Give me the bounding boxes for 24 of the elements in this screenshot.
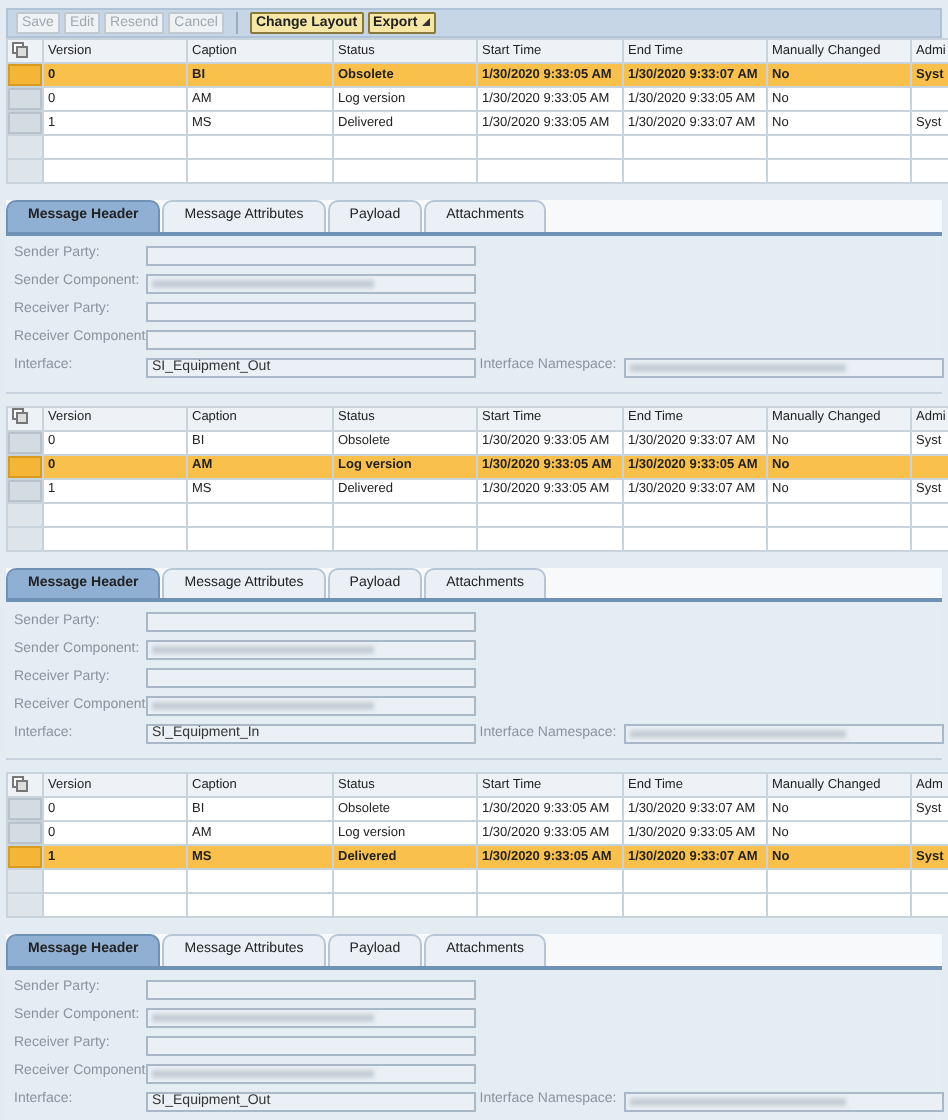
input-field[interactable] [146, 612, 476, 632]
input-field[interactable] [623, 1091, 944, 1111]
row-selector[interactable] [9, 823, 41, 843]
input-field[interactable] [623, 724, 944, 744]
input-field[interactable] [146, 668, 476, 688]
input-field[interactable] [623, 357, 944, 377]
input-field[interactable] [146, 1063, 476, 1083]
input-field[interactable] [146, 1007, 476, 1027]
input-field[interactable] [146, 640, 476, 660]
copy-icon[interactable] [12, 775, 28, 792]
input-field[interactable] [146, 301, 476, 321]
row-selector[interactable] [9, 480, 41, 500]
row-selector[interactable] [9, 847, 41, 867]
copy-icon[interactable] [12, 408, 28, 425]
input-field[interactable] [146, 1035, 476, 1055]
input-field[interactable] [146, 329, 476, 349]
input-field[interactable] [146, 696, 476, 716]
input-field[interactable] [146, 273, 476, 293]
row-selector[interactable] [9, 89, 41, 109]
row-selector[interactable] [9, 113, 41, 133]
input-field[interactable] [146, 245, 476, 265]
row-selector[interactable] [9, 456, 41, 476]
copy-icon[interactable] [12, 41, 28, 58]
input-field[interactable] [146, 979, 476, 999]
